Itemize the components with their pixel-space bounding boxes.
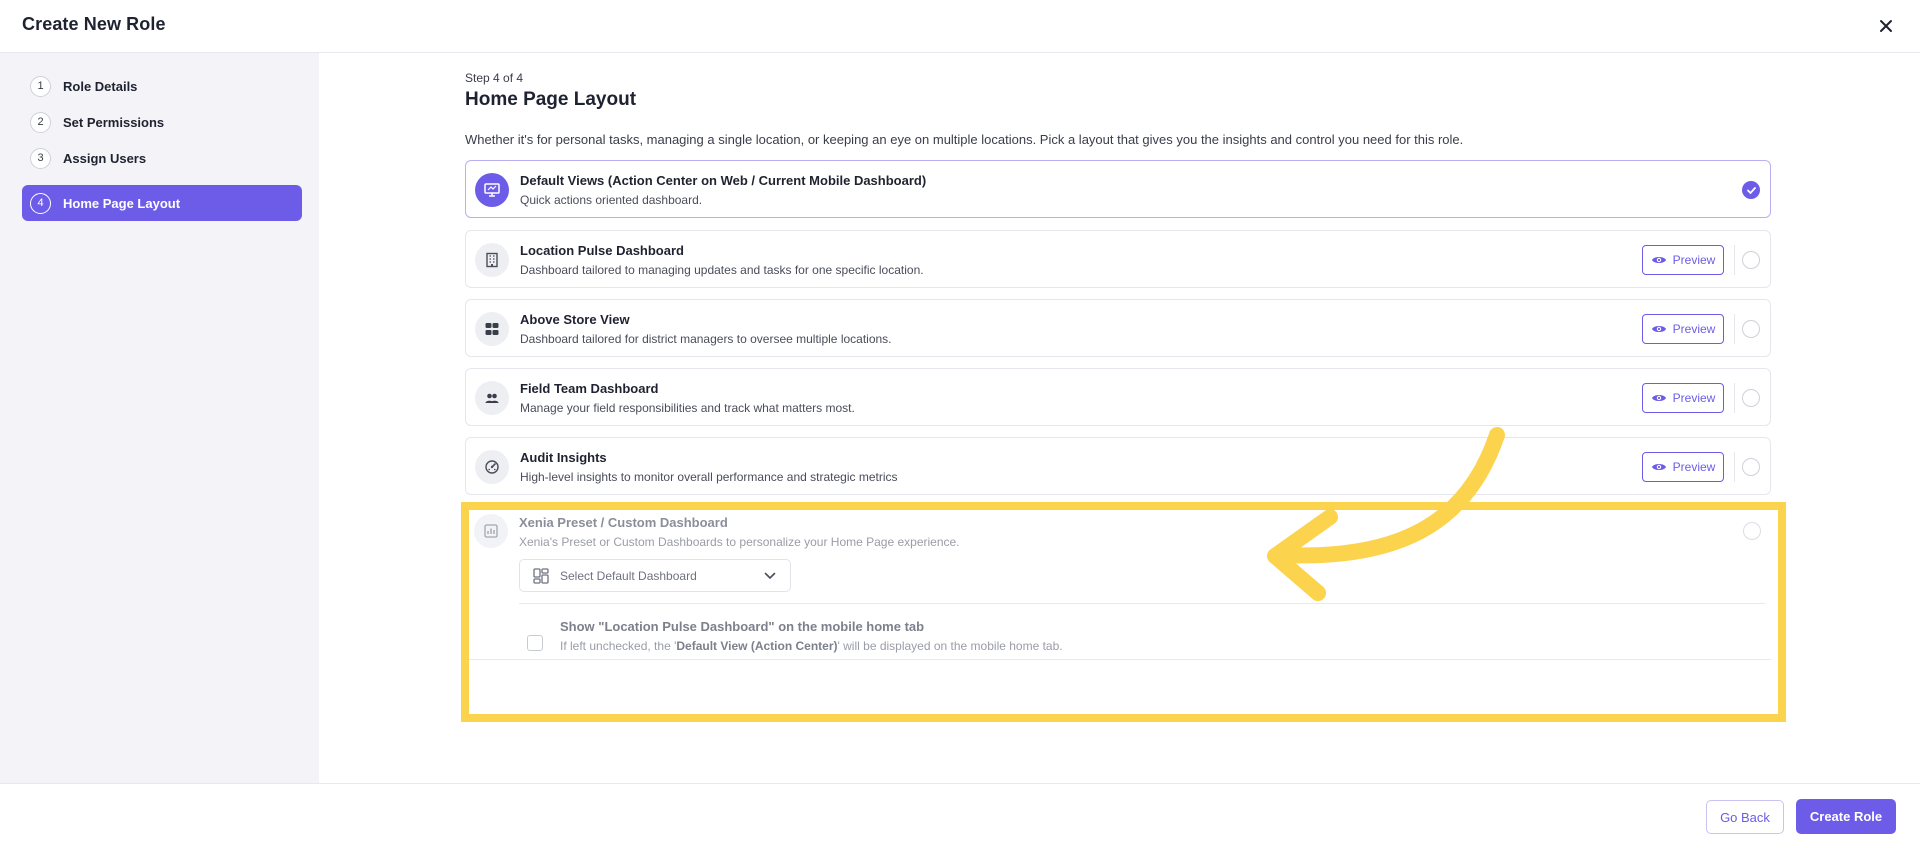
close-button[interactable] (1874, 14, 1898, 38)
layout-icon-wrap (475, 173, 509, 207)
layout-title: Xenia Preset / Custom Dashboard (519, 515, 728, 530)
divider (1734, 383, 1735, 413)
layout-title: Above Store View (520, 312, 630, 327)
layout-icon-wrap (475, 243, 509, 277)
preview-label: Preview (1672, 253, 1716, 267)
monitor-icon (484, 183, 500, 197)
chart-icon (484, 524, 498, 538)
step-number: 3 (30, 147, 51, 169)
layout-icon-wrap (475, 312, 509, 346)
step-role-details[interactable]: 1 Role Details (22, 69, 302, 103)
building-icon (486, 252, 498, 268)
step-label: Set Permissions (63, 114, 165, 130)
layout-subtitle: Manage your field responsibilities and t… (520, 401, 855, 415)
layout-subtitle: Dashboard tailored for district managers… (520, 332, 892, 346)
preview-label: Preview (1672, 460, 1716, 474)
step-home-page-layout[interactable]: 4 Home Page Layout (22, 185, 302, 221)
select-label: Select Default Dashboard (560, 568, 697, 583)
step-assign-users[interactable]: 3 Assign Users (22, 141, 302, 175)
main-content: Step 4 of 4 Home Page Layout Whether it'… (319, 53, 1920, 783)
go-back-button[interactable]: Go Back (1706, 800, 1784, 834)
create-role-button[interactable]: Create Role (1796, 799, 1896, 834)
steps-sidebar: 1 Role Details 2 Set Permissions 3 Assig… (0, 53, 319, 783)
layout-radio[interactable] (1742, 458, 1760, 476)
layout-option-xenia-custom[interactable]: Xenia Preset / Custom Dashboard Xenia's … (465, 502, 1771, 662)
layout-subtitle: Xenia's Preset or Custom Dashboards to p… (519, 535, 960, 549)
layout-option-above-store[interactable]: Above Store View Dashboard tailored for … (465, 299, 1771, 357)
layout-subtitle: Quick actions oriented dashboard. (520, 193, 703, 207)
layout-radio[interactable] (1742, 251, 1760, 269)
grid-icon (485, 323, 499, 335)
eye-icon (1651, 464, 1666, 470)
divider (1734, 245, 1735, 275)
modal-footer: Go Back Create Role (0, 783, 1920, 848)
checkbox-subtitle: If left unchecked, the 'Default View (Ac… (560, 639, 1063, 653)
preview-button[interactable]: Preview (1642, 245, 1724, 275)
layout-icon-wrap (475, 450, 509, 484)
divider (519, 603, 1765, 604)
layout-option-default-views[interactable]: Default Views (Action Center on Web / Cu… (465, 160, 1771, 218)
preview-label: Preview (1672, 322, 1716, 336)
step-label: Role Details (63, 78, 138, 94)
eye-icon (1651, 395, 1666, 401)
checkbox-title: Show "Location Pulse Dashboard" on the m… (560, 619, 925, 634)
preview-button[interactable]: Preview (1642, 314, 1724, 344)
step-number: 1 (30, 75, 51, 97)
selected-check[interactable] (1742, 181, 1760, 199)
layout-title: Location Pulse Dashboard (520, 243, 684, 258)
step-set-permissions[interactable]: 2 Set Permissions (22, 105, 302, 139)
mobile-home-tab-checkbox[interactable] (527, 635, 543, 651)
step-label: Assign Users (63, 150, 147, 166)
layout-icon-wrap (475, 381, 509, 415)
layout-option-field-team[interactable]: Field Team Dashboard Manage your field r… (465, 368, 1771, 426)
step-label: Home Page Layout (63, 195, 181, 211)
preview-label: Preview (1672, 391, 1716, 405)
layout-option-audit-insights[interactable]: Audit Insights High-level insights to mo… (465, 437, 1771, 495)
users-icon (485, 393, 499, 403)
eye-icon (1651, 326, 1666, 332)
divider (465, 659, 1771, 660)
checkbox-sub-bold: Default View (Action Center) (676, 639, 838, 653)
chevron-down-icon (764, 572, 776, 579)
close-icon[interactable] (1874, 14, 1898, 38)
divider (1734, 452, 1735, 482)
page-description: Whether it's for personal tasks, managin… (465, 132, 1464, 147)
layout-title: Audit Insights (520, 450, 607, 465)
layout-title: Field Team Dashboard (520, 381, 659, 396)
modal-header: Create New Role (0, 0, 1920, 53)
layout-option-location-pulse[interactable]: Location Pulse Dashboard Dashboard tailo… (465, 230, 1771, 288)
layout-radio[interactable] (1742, 320, 1760, 338)
step-number: 4 (30, 192, 51, 214)
preview-button[interactable]: Preview (1642, 452, 1724, 482)
checkbox-sub-post: ' will be displayed on the mobile home t… (837, 639, 1063, 653)
check-icon (1746, 186, 1756, 194)
eye-icon (1651, 257, 1666, 263)
step-number: 2 (30, 111, 51, 133)
gauge-icon (485, 460, 499, 474)
layout-icon-wrap (474, 514, 508, 548)
layout-title: Default Views (Action Center on Web / Cu… (520, 173, 927, 188)
layout-subtitle: Dashboard tailored to managing updates a… (520, 263, 924, 277)
layout-subtitle: High-level insights to monitor overall p… (520, 470, 898, 484)
dashboard-icon (533, 567, 549, 584)
layout-radio[interactable] (1743, 522, 1761, 540)
page-title: Home Page Layout (465, 89, 637, 110)
divider (1734, 314, 1735, 344)
preview-button[interactable]: Preview (1642, 383, 1724, 413)
default-dashboard-select[interactable]: Select Default Dashboard (519, 559, 791, 592)
modal-title: Create New Role (22, 14, 166, 34)
step-indicator: Step 4 of 4 (465, 71, 524, 85)
checkbox-sub-pre: If left unchecked, the ' (560, 639, 677, 653)
layout-radio[interactable] (1742, 389, 1760, 407)
